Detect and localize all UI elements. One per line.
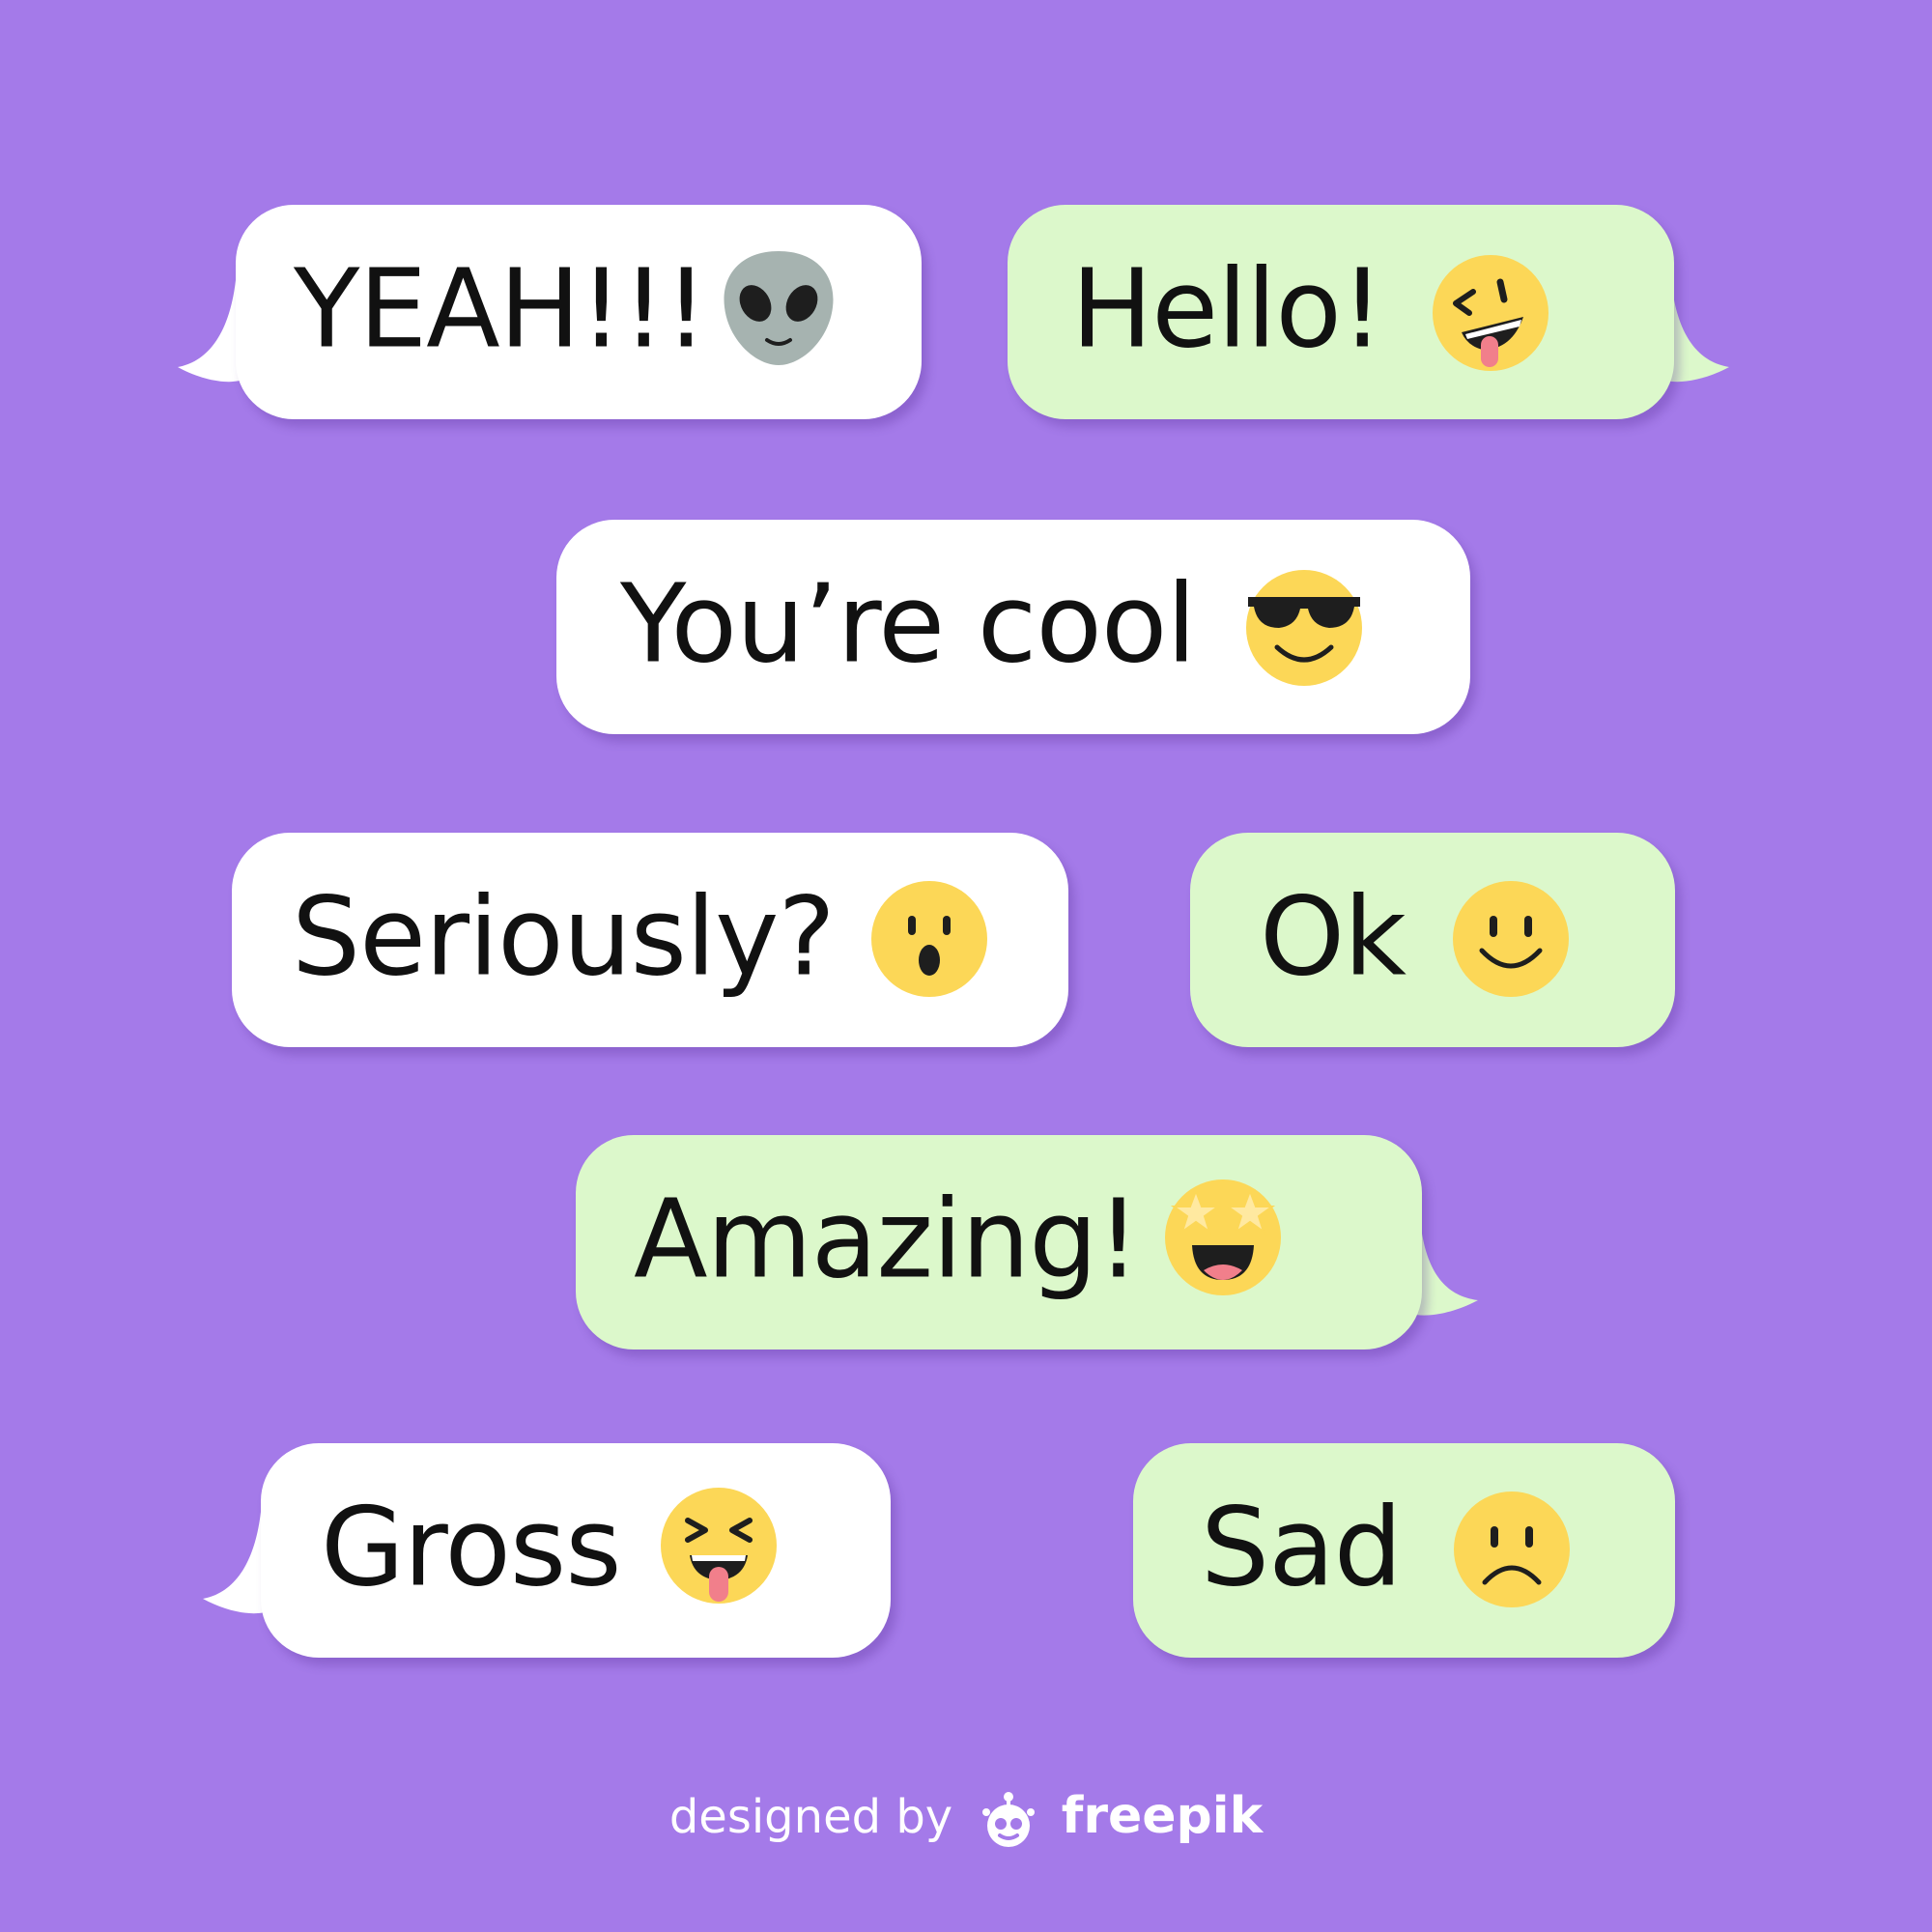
star-eyes-face-icon: [1165, 1179, 1281, 1295]
message-text: Ok: [1260, 874, 1406, 1001]
message-bubble[interactable]: Hello!: [1008, 205, 1674, 419]
frowning-face-icon: [1454, 1492, 1570, 1607]
message-bubble[interactable]: YEAH!!!: [236, 205, 922, 419]
message-bubble[interactable]: You’re cool: [556, 520, 1470, 734]
message-bubble[interactable]: Sad: [1133, 1443, 1675, 1658]
message-text: You’re cool: [620, 561, 1196, 688]
canvas: { "colors": { "background": "#a47ae9", "…: [0, 0, 1932, 1932]
message-text: Amazing!: [634, 1177, 1140, 1303]
message-text: YEAH!!!: [294, 246, 708, 373]
message-bubble[interactable]: Seriously?: [232, 833, 1068, 1047]
message-bubble[interactable]: Gross: [261, 1443, 891, 1658]
message-text: Sad: [1201, 1485, 1403, 1611]
freepik-logo-icon: [982, 1792, 1036, 1847]
message-bubble[interactable]: Amazing!: [576, 1135, 1422, 1350]
message-text: Gross: [321, 1485, 622, 1611]
squinting-tongue-face-icon: [661, 1488, 777, 1604]
footer-brand: freepik: [1061, 1787, 1264, 1845]
alien-icon: [724, 251, 834, 365]
smiling-face-icon: [1453, 881, 1569, 997]
footer-prefix: designed by: [668, 1790, 953, 1844]
message-text: Seriously?: [292, 874, 836, 1001]
message-bubble[interactable]: Ok: [1190, 833, 1675, 1047]
footer-credit: designed by freepik: [0, 1787, 1932, 1849]
surprised-face-icon: [871, 881, 987, 997]
sunglasses-face-icon: [1246, 570, 1362, 686]
winking-tongue-face-icon: [1433, 255, 1548, 371]
message-text: Hello!: [1071, 246, 1384, 373]
